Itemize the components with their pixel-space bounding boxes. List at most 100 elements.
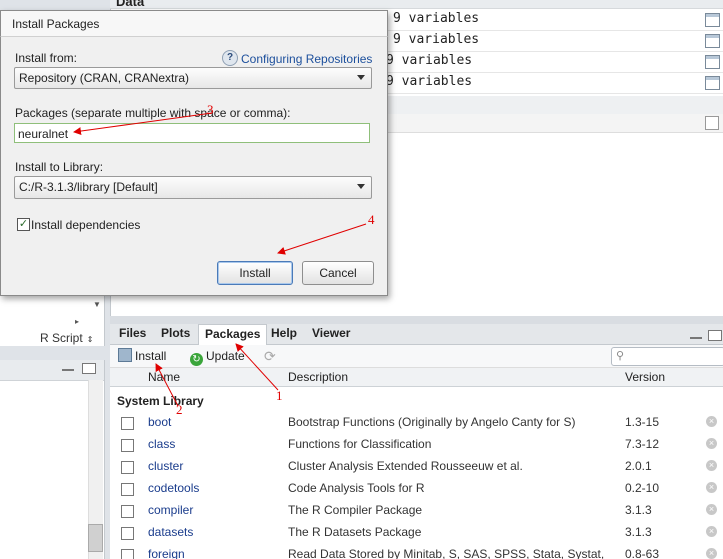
minimize-icon[interactable] (690, 334, 702, 339)
scrollbar-thumb[interactable] (88, 524, 103, 552)
environment-row-value: 9 variables (393, 32, 480, 47)
table-row: cluster Cluster Analysis Extended Roussee… (110, 456, 723, 478)
tab-label: Viewer (312, 326, 351, 340)
packages-input-value: neuralnet (18, 127, 69, 141)
environment-header-label: Data (116, 0, 145, 9)
load-package-checkbox[interactable] (121, 527, 134, 540)
remove-package-icon[interactable]: × (706, 548, 717, 559)
package-description: Cluster Analysis Extended Rousseeuw et a… (288, 459, 523, 473)
table-row: datasets The R Datasets Package 3.1.3 × (110, 522, 723, 544)
install-label: Install (135, 349, 167, 363)
table-view-icon[interactable] (705, 13, 720, 27)
load-package-checkbox[interactable] (121, 439, 134, 452)
environment-row-value: 9 variables (393, 11, 480, 26)
packages-search-input[interactable]: ⚲ (611, 347, 723, 366)
minimize-icon[interactable] (62, 366, 74, 371)
package-name-link[interactable]: datasets (148, 525, 193, 539)
update-label: Update (206, 349, 245, 363)
package-version: 2.0.1 (625, 459, 652, 473)
remove-package-icon[interactable]: × (706, 416, 717, 427)
environment-row-value: 9 variables (386, 53, 473, 68)
table-row: class Functions for Classification 7.3-12 × (110, 434, 723, 456)
remove-package-icon[interactable]: × (706, 438, 717, 449)
script-type-selector[interactable]: R Script ⇕ (40, 331, 102, 346)
table-view-icon[interactable] (705, 55, 720, 69)
table-header: Name Description Version (110, 368, 723, 387)
package-version: 1.3-15 (625, 415, 660, 429)
package-name-link[interactable]: codetools (148, 481, 199, 495)
package-description: Read Data Stored by Minitab, S, SAS, SPS… (288, 547, 605, 559)
environment-header: Data (110, 0, 723, 9)
annotation-number-4: 4 (368, 212, 375, 227)
install-dependencies-label[interactable]: Install dependencies (31, 218, 140, 232)
package-version: 0.8-63 (625, 547, 660, 559)
maximize-icon[interactable] (82, 363, 96, 374)
tab-packages[interactable]: Packages (198, 324, 268, 346)
load-package-checkbox[interactable] (121, 461, 134, 474)
script-type-label: R Script (40, 331, 83, 345)
updown-icon: ⇕ (86, 335, 94, 344)
package-name-link[interactable]: cluster (148, 459, 183, 473)
install-dependencies-checkbox[interactable]: ✓ (17, 218, 30, 231)
repository-select[interactable]: Repository (CRAN, CRANextra) (14, 67, 372, 89)
update-packages-button[interactable]: ↻ Update (190, 348, 245, 366)
configuring-repositories-link[interactable]: Configuring Repositories (241, 52, 372, 66)
install-packages-button[interactable]: Install (118, 348, 166, 364)
packages-label: Packages (separate multiple with space o… (15, 106, 291, 120)
tab-viewer[interactable]: Viewer (306, 324, 356, 344)
dropdown-arrow-icon (357, 184, 365, 189)
table-view-icon[interactable] (705, 34, 720, 48)
reload-icon[interactable]: ⟳ (264, 348, 276, 364)
packages-input[interactable]: neuralnet (14, 123, 370, 143)
package-name-link[interactable]: class (148, 437, 175, 451)
package-description: Functions for Classification (288, 437, 432, 451)
package-description: The R Compiler Package (288, 503, 423, 517)
install-button-label: Install (239, 266, 271, 280)
remove-package-icon[interactable]: × (706, 526, 717, 537)
dialog-title-bar[interactable]: Install Packages (0, 10, 388, 37)
repository-value: Repository (CRAN, CRANextra) (19, 71, 190, 85)
install-button[interactable]: Install (217, 261, 293, 285)
function-view-icon[interactable] (705, 116, 719, 130)
package-name-link[interactable]: compiler (148, 503, 193, 517)
tab-files[interactable]: Files (113, 324, 152, 344)
scroll-right-arrow-icon[interactable]: ▸ (75, 317, 79, 326)
load-package-checkbox[interactable] (121, 505, 134, 518)
annotation-number-2: 2 (176, 402, 183, 417)
load-package-checkbox[interactable] (121, 549, 134, 559)
tab-label: Packages (205, 327, 261, 341)
column-header-version[interactable]: Version (625, 370, 665, 384)
refresh-icon: ↻ (190, 353, 203, 366)
tab-help[interactable]: Help (265, 324, 303, 344)
tab-label: Help (271, 326, 298, 340)
pane-splitter[interactable] (110, 316, 723, 324)
column-header-name[interactable]: Name (148, 370, 180, 384)
dialog-title: Install Packages (12, 17, 100, 31)
remove-package-icon[interactable]: × (706, 460, 717, 471)
scroll-down-arrow-icon[interactable]: ▼ (93, 300, 101, 309)
search-icon: ⚲ (616, 350, 625, 362)
install-from-label: Install from: (15, 51, 78, 65)
package-name-link[interactable]: foreign (148, 547, 185, 559)
package-version: 7.3-12 (625, 437, 660, 451)
table-row: foreign Read Data Stored by Minitab, S, S… (110, 544, 723, 559)
load-package-checkbox[interactable] (121, 417, 134, 430)
package-description: Bootstrap Functions (Originally by Angel… (288, 415, 576, 429)
environment-row-value: 9 variables (386, 74, 473, 89)
table-view-icon[interactable] (705, 76, 720, 90)
dropdown-arrow-icon (357, 75, 365, 80)
package-name-link[interactable]: boot (148, 415, 171, 429)
remove-package-icon[interactable]: × (706, 482, 717, 493)
help-icon[interactable]: ? (222, 50, 238, 66)
column-header-description[interactable]: Description (288, 370, 348, 384)
tab-plots[interactable]: Plots (155, 324, 196, 344)
package-version: 3.1.3 (625, 525, 652, 539)
library-value: C:/R-3.1.3/library [Default] (19, 180, 158, 194)
tab-label: Plots (161, 326, 191, 340)
load-package-checkbox[interactable] (121, 483, 134, 496)
remove-package-icon[interactable]: × (706, 504, 717, 515)
package-description: Code Analysis Tools for R (288, 481, 425, 495)
library-select[interactable]: C:/R-3.1.3/library [Default] (14, 176, 372, 199)
maximize-icon[interactable] (708, 330, 722, 341)
cancel-button[interactable]: Cancel (302, 261, 374, 285)
